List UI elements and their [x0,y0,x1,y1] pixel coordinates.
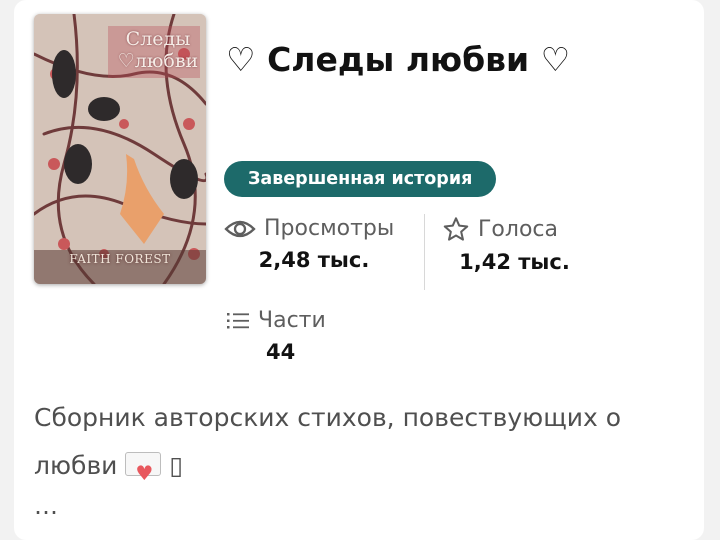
stat-votes: Голоса 1,42 тыс. [442,216,587,274]
star-icon [443,217,469,241]
love-letter-icon [125,449,162,497]
views-label: Просмотры [264,216,395,241]
book-cover[interactable]: Следы ♡любви FAITH FOREST [34,14,206,284]
cover-title-line1: Следы [125,28,191,50]
votes-value: 1,42 тыс. [459,250,570,274]
story-card: Следы ♡любви FAITH FOREST ♡ Следы любви … [14,0,704,540]
views-value: 2,48 тыс. [258,248,370,272]
cover-author: FAITH FOREST [69,252,171,266]
parts-label: Части [258,308,326,333]
cover-title: Следы ♡любви [108,28,206,72]
stat-parts: Части 44 [226,308,366,364]
description-more[interactable]: … [34,492,60,520]
story-description[interactable]: Сборник авторских стихов, повествующих о… [34,394,674,497]
missing-glyph: ▯ [169,451,184,480]
story-title: ♡ Следы любви ♡ [226,40,571,79]
list-icon [227,312,249,328]
stats-divider [424,214,425,290]
cover-title-line2: ♡любви [117,50,199,72]
parts-value: 44 [266,340,296,364]
description-text: Сборник авторских стихов, повествующих о… [34,403,622,480]
status-badge: Завершенная история [224,161,497,197]
votes-label: Голоса [478,217,558,242]
stat-views: Просмотры 2,48 тыс. [224,216,404,272]
eye-icon [224,220,256,237]
